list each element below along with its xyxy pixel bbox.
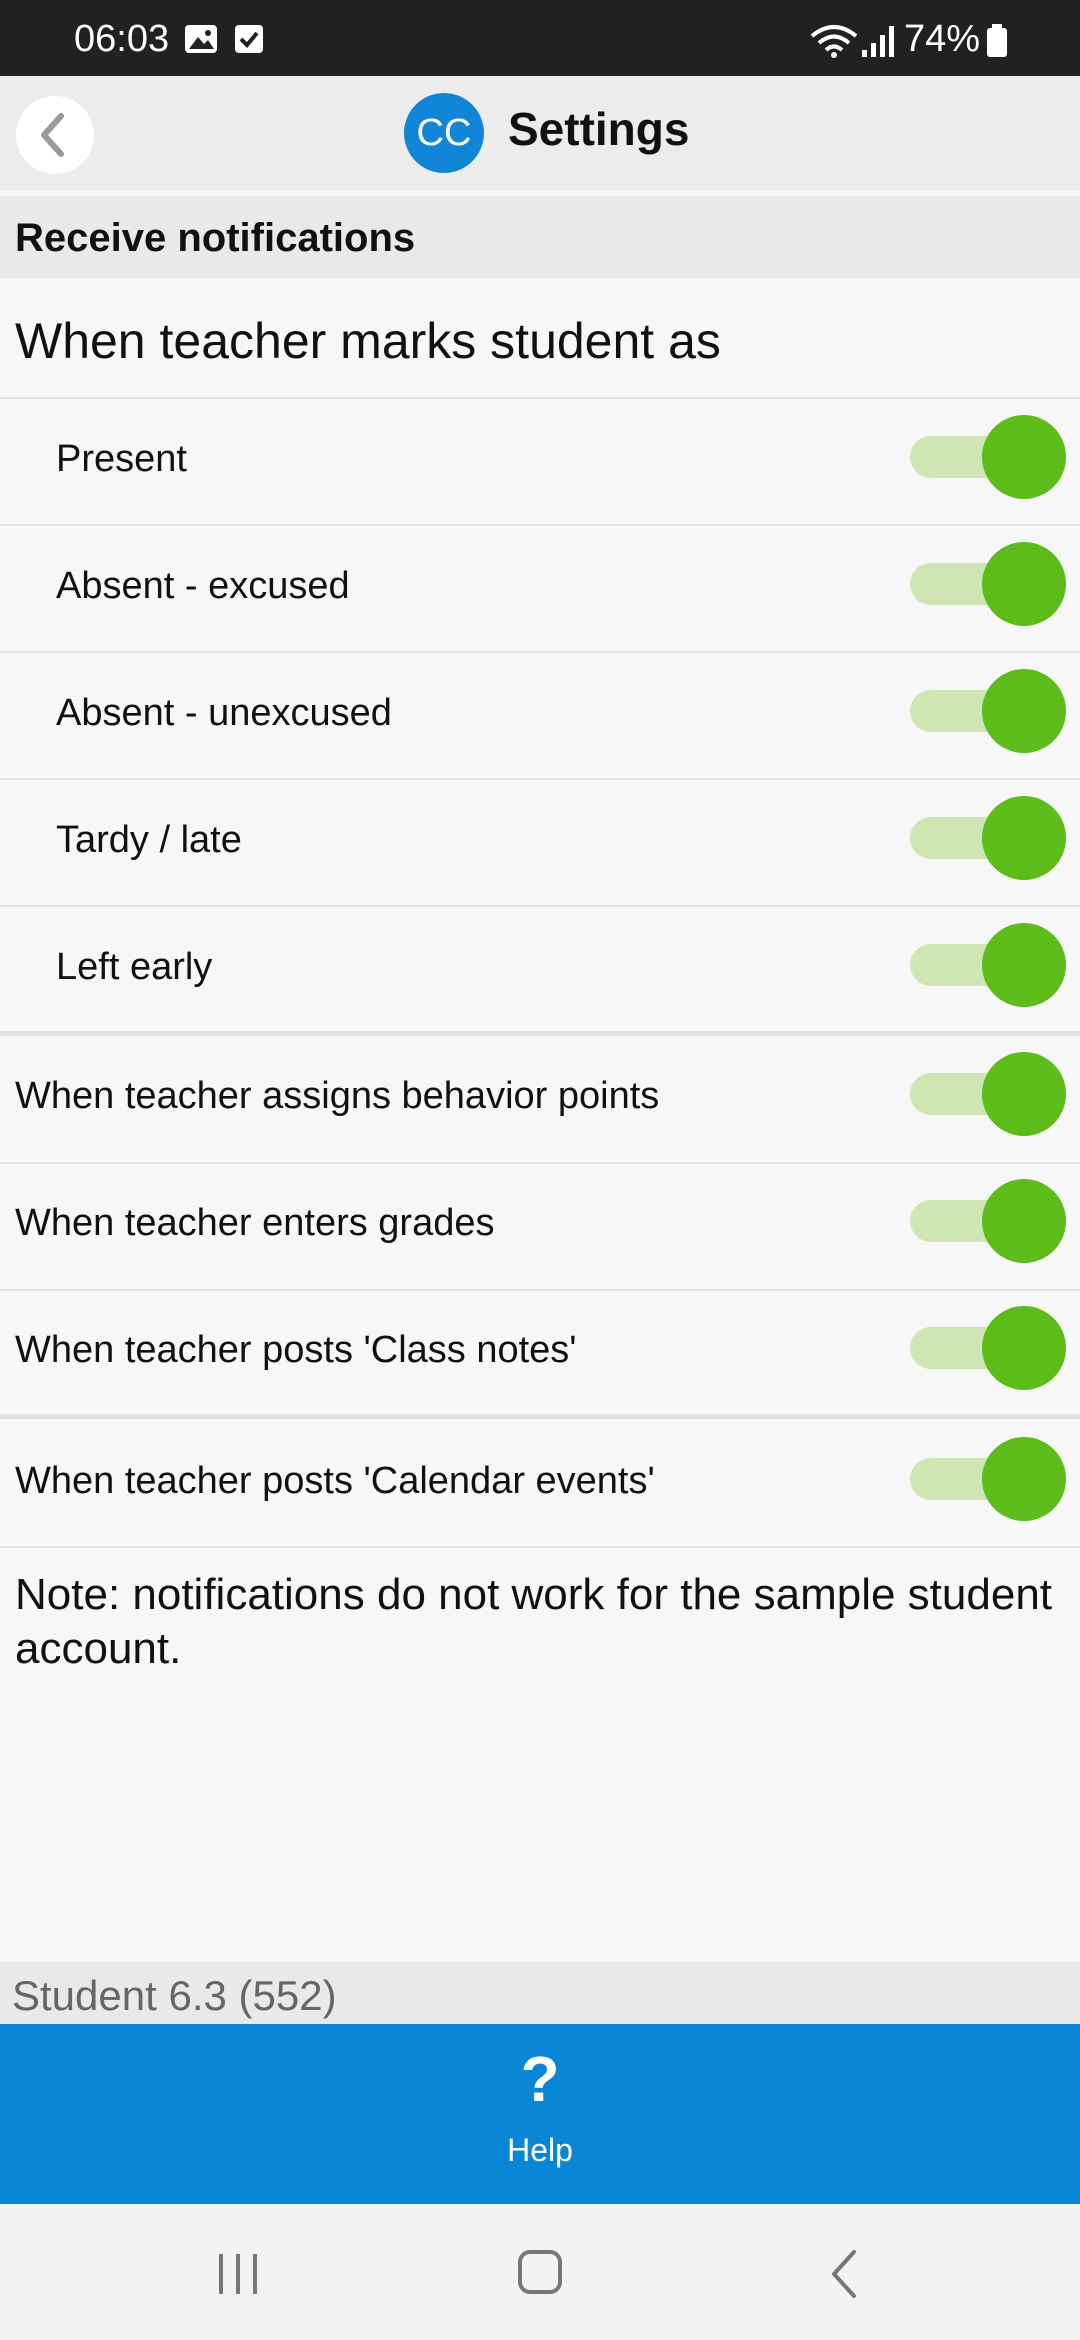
toggle-absent-excused[interactable]	[910, 539, 1070, 629]
system-nav-bar	[0, 2204, 1080, 2340]
setting-label-behavior-points: When teacher assigns behavior points	[15, 1075, 660, 1117]
section-divider	[0, 1031, 1080, 1036]
status-bar: 06:03 74%	[0, 0, 1080, 76]
setting-label-left-early: Left early	[56, 946, 213, 988]
toggle-behavior-points[interactable]	[910, 1049, 1070, 1139]
app-header: CC Settings	[0, 76, 1080, 190]
version-label: Student 6.3 (552)	[12, 1972, 337, 2019]
toggle-calendar-events[interactable]	[910, 1434, 1070, 1524]
setting-label-absent-excused: Absent - excused	[56, 565, 350, 607]
setting-label-present: Present	[56, 438, 187, 480]
setting-label-calendar-events: When teacher posts 'Calendar events'	[15, 1460, 655, 1502]
divider	[0, 651, 1080, 653]
setting-label-tardy: Tardy / late	[56, 819, 242, 861]
section-heading-label: Receive notifications	[15, 216, 416, 260]
toggle-class-notes[interactable]	[910, 1303, 1070, 1393]
divider	[0, 397, 1080, 399]
note-text: Note: notifications do not work for the …	[15, 1570, 1053, 1673]
toggle-present[interactable]	[910, 412, 1070, 502]
back-button[interactable]	[16, 96, 94, 174]
recent-apps-icon[interactable]	[216, 2252, 262, 2296]
setting-label-grades: When teacher enters grades	[15, 1202, 495, 1244]
help-label: Help	[507, 2132, 573, 2168]
setting-label-class-notes: When teacher posts 'Class notes'	[15, 1329, 577, 1371]
home-icon[interactable]	[516, 2248, 564, 2296]
wifi-icon	[810, 25, 858, 58]
toggle-grades[interactable]	[910, 1176, 1070, 1266]
help-button[interactable]: ? Help	[0, 2024, 1080, 2204]
toggle-tardy[interactable]	[910, 793, 1070, 883]
divider	[0, 905, 1080, 907]
check-notification-icon	[235, 25, 263, 53]
section-divider	[0, 1414, 1080, 1419]
signal-icon	[862, 26, 894, 57]
setting-label-absent-unexcused: Absent - unexcused	[56, 692, 392, 734]
page-title: Settings	[508, 103, 690, 155]
toggle-absent-unexcused[interactable]	[910, 666, 1070, 756]
divider	[0, 1162, 1080, 1164]
status-time: 06:03	[74, 18, 170, 60]
chevron-left-icon	[41, 113, 64, 157]
divider	[0, 778, 1080, 780]
section-heading: Receive notifications	[0, 196, 1080, 278]
divider	[0, 1289, 1080, 1291]
gallery-icon	[185, 25, 217, 53]
battery-icon	[987, 24, 1007, 57]
help-icon: ?	[520, 2043, 560, 2115]
toggle-left-early[interactable]	[910, 920, 1070, 1010]
divider	[0, 524, 1080, 526]
divider	[0, 1546, 1080, 1548]
battery-percent: 74%	[904, 18, 981, 60]
attendance-heading: When teacher marks student as	[15, 313, 721, 369]
back-nav-icon[interactable]	[826, 2248, 862, 2300]
version-bar: Student 6.3 (552)	[0, 1962, 1080, 2024]
app-logo: CC	[404, 93, 484, 173]
